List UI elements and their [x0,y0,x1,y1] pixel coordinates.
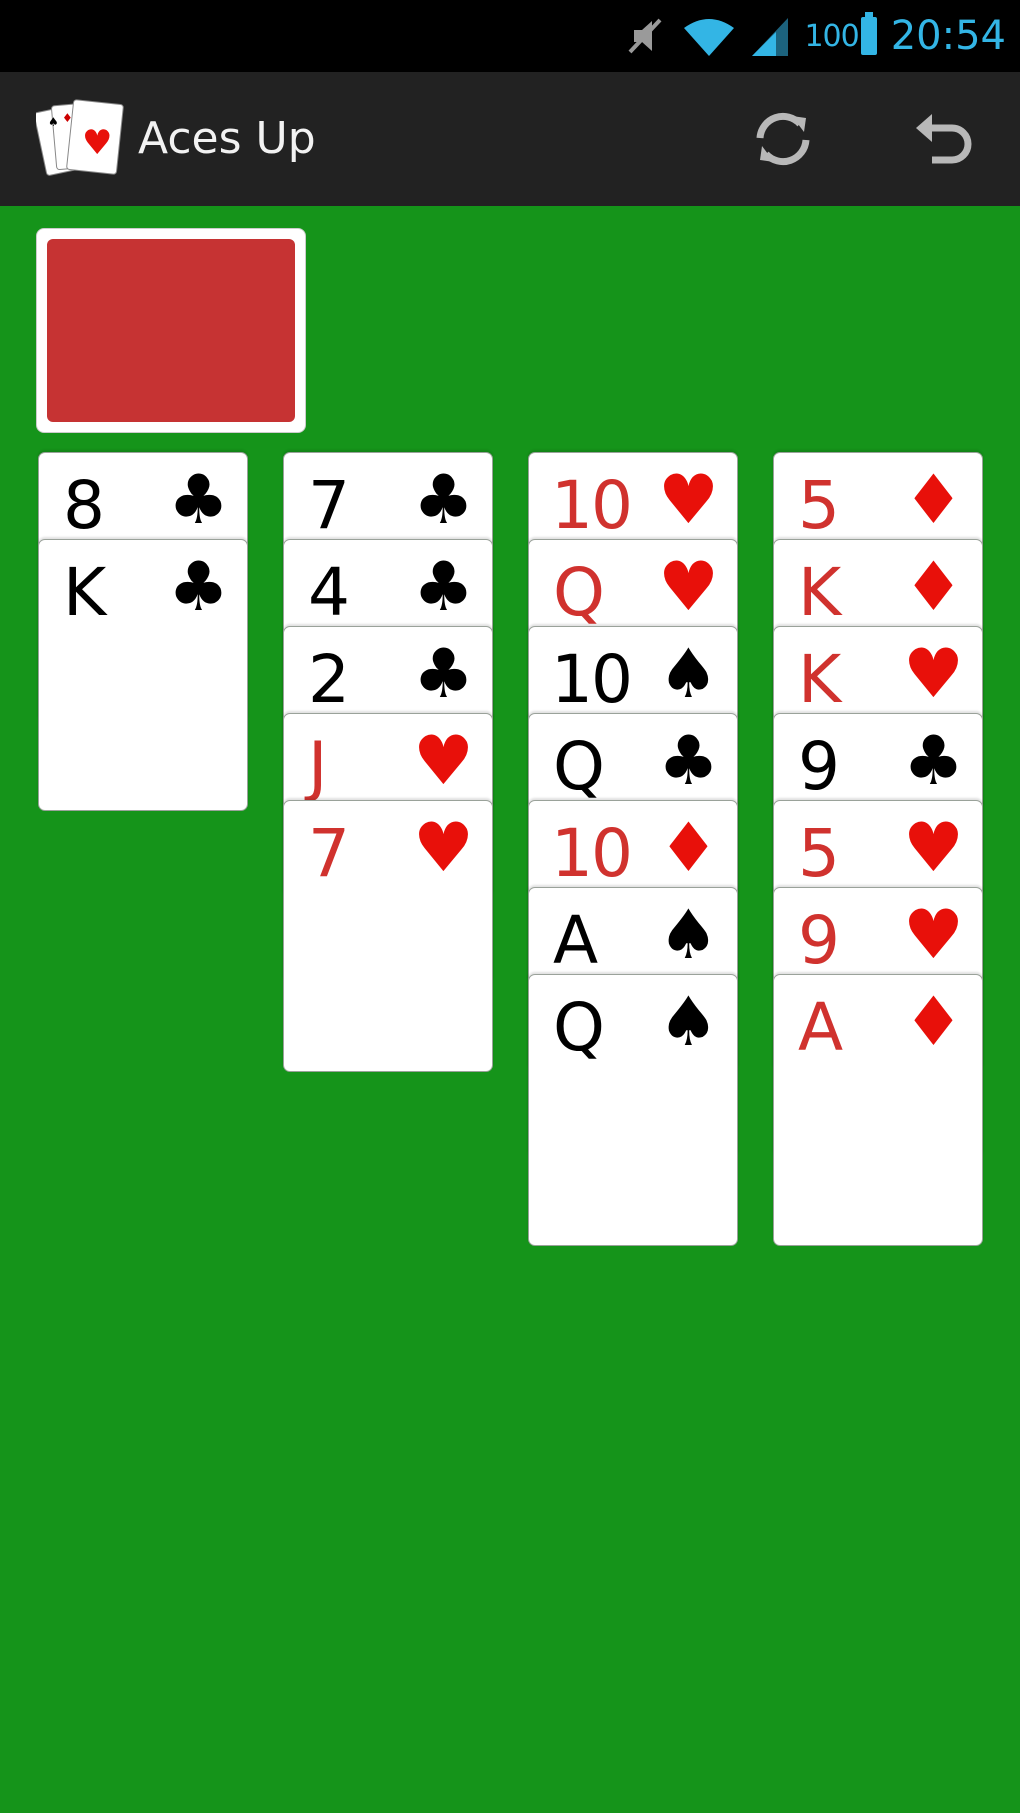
card-suit-icon: ♦ [658,809,719,888]
card-suit-icon: ♣ [413,461,474,540]
card-suit-icon: ♥ [903,635,964,714]
card-suit-icon: ♥ [413,809,474,888]
card-rank: K [798,554,842,631]
app-logo-icon: ♠ ♦ ♥ [36,99,124,176]
card-rank: 10 [551,467,633,544]
card-suit-icon: ♥ [413,722,474,801]
card-suit-icon: ♦ [903,983,964,1062]
card-suit-icon: ♥ [903,896,964,975]
battery-level: 100 [804,18,859,54]
app-title: Aces Up [138,113,316,164]
card-suit-icon: ♠ [658,983,719,1062]
wifi-icon [684,19,735,56]
card-suit-icon: ♦ [903,548,964,627]
playing-card[interactable]: A ♦ [773,974,983,1246]
card-rank: A [553,902,599,979]
card-rank: Q [553,989,605,1066]
battery-icon [860,12,877,55]
clock: 20:54 [890,13,1006,59]
card-rank: 7 [308,467,350,544]
card-suit-icon: ♣ [903,722,964,801]
card-rank: 10 [551,815,633,892]
card-rank: 4 [308,554,350,631]
status-bar: 100 20:54 [0,0,1020,72]
card-suit-icon: ♠ [658,896,719,975]
card-suit-icon: ♥ [903,809,964,888]
card-rank: 9 [798,902,840,979]
status-icons: 100 20:54 [624,0,1006,72]
card-suit-icon: ♦ [903,461,964,540]
undo-button[interactable] [900,96,986,182]
mute-icon [628,18,662,54]
card-suit-icon: ♣ [413,635,474,714]
card-rank: 10 [551,641,633,718]
card-suit-icon: ♣ [168,461,229,540]
card-rank: K [63,554,107,631]
svg-text:♠: ♠ [48,115,59,129]
card-rank: 2 [308,641,350,718]
card-suit-icon: ♥ [658,548,719,627]
svg-text:♦: ♦ [62,111,73,125]
refresh-icon [756,112,810,166]
card-rank: A [798,989,844,1066]
card-suit-icon: ♣ [168,548,229,627]
refresh-button[interactable] [740,96,826,182]
card-suit-icon: ♣ [658,722,719,801]
card-suit-icon: ♥ [658,461,719,540]
card-rank: K [798,641,842,718]
card-suit-icon: ♠ [658,635,719,714]
card-rank: 7 [308,815,350,892]
svg-text:♥: ♥ [82,123,112,163]
card-rank: Q [553,554,605,631]
card-rank: J [308,728,328,805]
playing-card[interactable]: K ♣ [38,539,248,811]
card-rank: 8 [63,467,105,544]
card-rank: 5 [798,815,840,892]
signal-icon [752,18,789,56]
stock-pile[interactable] [36,228,306,433]
card-back [47,239,295,422]
card-rank: 9 [798,728,840,805]
undo-icon [916,114,972,164]
action-bar: ♠ ♦ ♥ Aces Up [0,72,1020,206]
card-rank: 5 [798,467,840,544]
card-suit-icon: ♣ [413,548,474,627]
card-rank: Q [553,728,605,805]
playing-card[interactable]: 7 ♥ [283,800,493,1072]
battery-indicator: 100 [804,12,877,55]
playing-card[interactable]: Q ♠ [528,974,738,1246]
